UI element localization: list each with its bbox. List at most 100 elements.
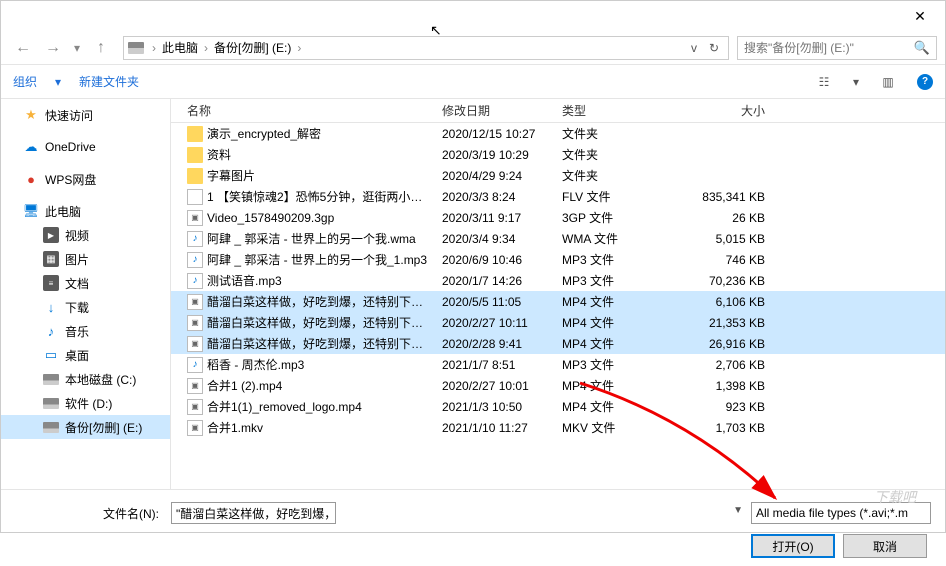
sidebar-item-label: WPS网盘 — [45, 171, 96, 188]
file-date: 2020/1/7 14:26 — [436, 274, 556, 288]
file-row[interactable]: ▣合并1.mkv2021/1/10 11:27MKV 文件1,703 KB — [171, 417, 945, 438]
file-type: 文件夹 — [556, 146, 671, 163]
col-type[interactable]: 类型 — [556, 102, 671, 119]
filename-dropdown-icon[interactable]: ▼ — [733, 505, 743, 516]
sidebar-item-label: 备份[勿删] (E:) — [65, 419, 142, 436]
file-name: 演示_encrypted_解密 — [207, 125, 321, 142]
file-date: 2020/3/3 8:24 — [436, 190, 556, 204]
file-size: 6,106 KB — [671, 295, 771, 309]
file-date: 2021/1/10 11:27 — [436, 421, 556, 435]
sidebar-item-label: 此电脑 — [45, 203, 81, 220]
file-row[interactable]: ♪稻香 - 周杰伦.mp32021/1/7 8:51MP3 文件2,706 KB — [171, 354, 945, 375]
media-icon: ▣ — [187, 294, 203, 310]
file-type: 文件夹 — [556, 125, 671, 142]
file-name: 1 【笑镇惊魂2】恐怖5分钟，逛街两小时... — [207, 188, 430, 205]
file-row[interactable]: ▣Video_1578490209.3gp2020/3/11 9:173GP 文… — [171, 207, 945, 228]
file-date: 2020/2/27 10:11 — [436, 316, 556, 330]
sidebar-item-drv[interactable]: 本地磁盘 (C:) — [1, 367, 170, 391]
drive-icon — [128, 42, 144, 54]
filetype-dropdown[interactable]: All media file types (*.avi;*.m — [751, 502, 931, 524]
sidebar-item-desk[interactable]: ▭桌面 — [1, 343, 170, 367]
open-button[interactable]: 打开(O) — [751, 534, 835, 558]
file-row[interactable]: 1 【笑镇惊魂2】恐怖5分钟，逛街两小时...2020/3/3 8:24FLV … — [171, 186, 945, 207]
file-size: 1,398 KB — [671, 379, 771, 393]
cloud-icon: ☁ — [23, 139, 39, 155]
sidebar-item-pc[interactable]: 🖥此电脑 — [1, 199, 170, 223]
search-icon[interactable]: 🔍 — [914, 40, 930, 56]
address-dropdown-icon[interactable]: v — [684, 41, 704, 55]
preview-pane-icon[interactable]: ▥ — [877, 71, 899, 93]
help-icon[interactable]: ? — [917, 74, 933, 90]
sidebar-item-drv[interactable]: 软件 (D:) — [1, 391, 170, 415]
search-box[interactable]: 🔍 — [737, 36, 937, 60]
media-icon: ▣ — [187, 399, 203, 415]
pic-icon: ▦ — [43, 251, 59, 267]
file-row[interactable]: 演示_encrypted_解密 2020/12/15 10:27文件夹 — [171, 123, 945, 144]
up-button[interactable]: ↑ — [87, 34, 115, 62]
file-name: 醋溜白菜这样做，好吃到爆，还特别下饭... — [207, 335, 430, 352]
file-row[interactable]: ▣醋溜白菜这样做，好吃到爆，还特别下饭...2020/5/5 11:05MP4 … — [171, 291, 945, 312]
sidebar-item-wps[interactable]: ●WPS网盘 — [1, 167, 170, 191]
filename-input[interactable] — [171, 502, 336, 524]
sidebar-item-cloud[interactable]: ☁ OneDrive — [1, 135, 170, 159]
breadcrumb-pc[interactable]: 此电脑 — [158, 39, 202, 56]
view-options-icon[interactable]: ☷ — [813, 71, 835, 93]
audio-icon: ♪ — [187, 273, 203, 289]
column-headers: 名称 修改日期 类型 大小 — [171, 99, 945, 123]
sidebar-item-label: OneDrive — [45, 140, 96, 154]
search-input[interactable] — [744, 41, 914, 55]
audio-icon: ♪ — [187, 357, 203, 373]
col-date[interactable]: 修改日期 — [436, 102, 556, 119]
sidebar-item-star[interactable]: ★快速访问 — [1, 103, 170, 127]
file-size: 923 KB — [671, 400, 771, 414]
file-name: 阿肆 _ 郭采洁 - 世界上的另一个我_1.mp3 — [207, 251, 427, 268]
sidebar-item-pic[interactable]: ▦图片 — [1, 247, 170, 271]
cancel-button[interactable]: 取消 — [843, 534, 927, 558]
file-name: 测试语音.mp3 — [207, 272, 282, 289]
file-row[interactable]: ▣醋溜白菜这样做，好吃到爆，还特别下饭...2020/2/27 10:11MP4… — [171, 312, 945, 333]
file-row[interactable]: ♪阿肆 _ 郭采洁 - 世界上的另一个我_1.mp32020/6/9 10:46… — [171, 249, 945, 270]
file-row[interactable]: ▣合并1(1)_removed_logo.mp42021/1/3 10:50MP… — [171, 396, 945, 417]
recent-dropdown[interactable]: ▾ — [69, 34, 85, 62]
file-row[interactable]: 资料2020/3/19 10:29文件夹 — [171, 144, 945, 165]
file-size: 70,236 KB — [671, 274, 771, 288]
file-name: 合并1 (2).mp4 — [207, 377, 282, 394]
file-row[interactable]: ▣醋溜白菜这样做，好吃到爆，还特别下饭...2020/2/28 9:41MP4 … — [171, 333, 945, 354]
sidebar-item-vid[interactable]: ▶视频 — [1, 223, 170, 247]
file-row[interactable]: ♪测试语音.mp32020/1/7 14:26MP3 文件70,236 KB — [171, 270, 945, 291]
sidebar-item-label: 桌面 — [65, 347, 89, 364]
media-icon: ▣ — [187, 210, 203, 226]
file-row[interactable]: ▣合并1 (2).mp42020/2/27 10:01MP4 文件1,398 K… — [171, 375, 945, 396]
organize-menu[interactable]: 组织 — [13, 73, 37, 90]
navigation-pane: ★快速访问 ☁ OneDrive ●WPS网盘 🖥此电脑▶视频▦图片≡文档↓下载♪音乐▭… — [1, 99, 171, 489]
refresh-icon[interactable]: ↻ — [704, 41, 724, 55]
breadcrumb-drive[interactable]: 备份[勿删] (E:) — [210, 39, 295, 56]
file-name: 阿肆 _ 郭采洁 - 世界上的另一个我.wma — [207, 230, 416, 247]
close-button[interactable]: ✕ — [897, 1, 943, 31]
sidebar-item-mus[interactable]: ♪音乐 — [1, 319, 170, 343]
forward-button[interactable]: → — [39, 34, 67, 62]
sidebar-item-label: 下载 — [65, 299, 89, 316]
col-name[interactable]: 名称 — [181, 102, 436, 119]
back-button[interactable]: ← — [9, 34, 37, 62]
col-size[interactable]: 大小 — [671, 102, 771, 119]
file-type: 文件夹 — [556, 167, 671, 184]
file-row[interactable]: ♪阿肆 _ 郭采洁 - 世界上的另一个我.wma2020/3/4 9:34WMA… — [171, 228, 945, 249]
sidebar-item-drv[interactable]: 备份[勿删] (E:) — [1, 415, 170, 439]
file-type: MP3 文件 — [556, 356, 671, 373]
file-row[interactable]: 字幕图片2020/4/29 9:24文件夹 — [171, 165, 945, 186]
address-bar[interactable]: › 此电脑 › 备份[勿删] (E:) › v ↻ — [123, 36, 729, 60]
file-date: 2021/1/3 10:50 — [436, 400, 556, 414]
file-date: 2020/12/15 10:27 — [436, 127, 556, 141]
sidebar-item-down[interactable]: ↓下载 — [1, 295, 170, 319]
sidebar-item-doc[interactable]: ≡文档 — [1, 271, 170, 295]
file-size: 26 KB — [671, 211, 771, 225]
file-date: 2020/3/19 10:29 — [436, 148, 556, 162]
folder-icon — [187, 126, 203, 142]
file-date: 2020/6/9 10:46 — [436, 253, 556, 267]
new-folder-button[interactable]: 新建文件夹 — [79, 73, 139, 90]
file-date: 2020/2/28 9:41 — [436, 337, 556, 351]
file-date: 2020/4/29 9:24 — [436, 169, 556, 183]
file-icon — [187, 189, 203, 205]
file-name: 醋溜白菜这样做，好吃到爆，还特别下饭... — [207, 314, 430, 331]
